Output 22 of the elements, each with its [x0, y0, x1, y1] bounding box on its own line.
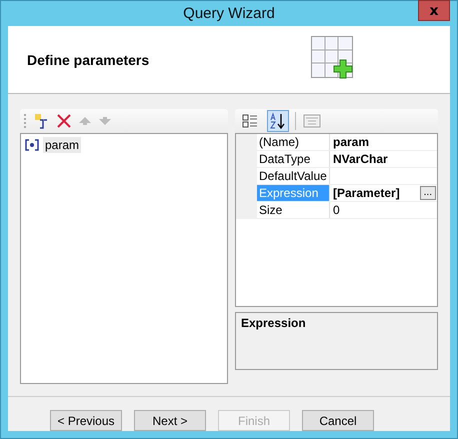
- description-title: Expression: [241, 316, 306, 330]
- add-parameter-icon[interactable]: [34, 113, 50, 129]
- wizard-button[interactable]: < Previous: [50, 410, 122, 431]
- property-name[interactable]: DataType: [257, 151, 330, 167]
- parameter-icon: [25, 139, 39, 151]
- ellipsis-button[interactable]: ...: [420, 186, 436, 200]
- property-name[interactable]: DefaultValue: [257, 168, 330, 184]
- property-value: NVarChar: [333, 152, 388, 166]
- page-title: Define parameters: [27, 52, 150, 68]
- property-value: param: [333, 135, 370, 149]
- close-button[interactable]: x: [418, 0, 450, 21]
- delete-icon[interactable]: [56, 113, 72, 129]
- property-name[interactable]: (Name): [257, 134, 330, 150]
- table-add-icon: [311, 36, 355, 80]
- sort-alphabetical-icon[interactable]: [267, 110, 289, 132]
- property-value: 0: [333, 203, 340, 217]
- parameter-item[interactable]: param: [43, 137, 82, 153]
- window-title: Query Wizard: [183, 5, 275, 22]
- property-value: [Parameter]: [333, 186, 400, 200]
- property-name[interactable]: Size: [257, 202, 330, 218]
- wizard-button[interactable]: Next >: [134, 410, 206, 431]
- wizard-button[interactable]: Cancel: [302, 410, 374, 431]
